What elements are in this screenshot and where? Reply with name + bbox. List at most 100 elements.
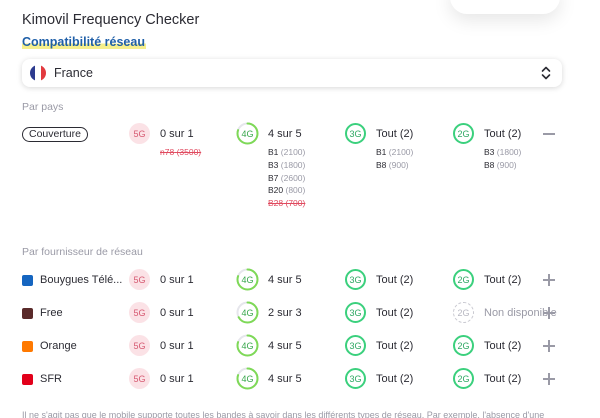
band-item: B7 (2600): [268, 172, 305, 185]
band-name: B3: [484, 147, 495, 157]
badge-label: 5G: [133, 274, 146, 285]
4g-badge: 4G: [236, 301, 259, 324]
band-item: B3 (1800): [268, 159, 305, 172]
2g-badge: 2G: [453, 269, 474, 290]
country-select[interactable]: France: [22, 59, 562, 87]
5g-stat: 0 sur 1: [160, 307, 194, 319]
operator-logo-icon: [22, 341, 33, 352]
band-frequency: (2600): [280, 172, 306, 183]
band-frequency: (700): [285, 198, 306, 209]
badge-label: 4G: [241, 340, 254, 351]
collapse-icon[interactable]: [543, 133, 555, 135]
3g-stat: Tout (2): [376, 307, 414, 319]
2g-badge: 2G: [453, 368, 474, 389]
4g-badge: 4G: [236, 122, 259, 145]
coverage-button[interactable]: Couverture: [22, 127, 88, 142]
5g-badge: 5G: [129, 269, 150, 290]
operator-name: Orange: [40, 340, 77, 352]
3g-stat: Tout (2): [376, 340, 414, 352]
2g-stat: Tout (2): [484, 340, 522, 352]
band-frequency: (900): [388, 159, 409, 170]
3g-stat: Tout (2): [376, 373, 414, 385]
band-item: B1 (2100): [268, 146, 305, 159]
badge-label: 2G: [457, 373, 470, 384]
section-label-operator: Par fournisseur de réseau: [22, 246, 143, 258]
band-frequency: (800): [285, 185, 306, 196]
4g-stat: 4 sur 5: [268, 373, 302, 385]
band-name: B3: [268, 159, 279, 170]
4g-stat: 4 sur 5: [268, 274, 302, 286]
5g-badge: 5G: [129, 368, 150, 389]
france-flag-icon: [30, 65, 46, 81]
5g-band-list: n78 (3500): [160, 146, 201, 159]
4g-badge: 4G: [236, 334, 259, 357]
4g-badge: 4G: [236, 268, 259, 291]
5g-badge: 5G: [129, 302, 150, 323]
3g-stat: Tout (2): [376, 128, 414, 140]
3g-badge: 3G: [345, 302, 366, 323]
operator-name: Free: [40, 307, 63, 319]
2g-badge: 2G: [453, 302, 474, 323]
5g-stat: 0 sur 1: [160, 274, 194, 286]
band-name: B8: [376, 159, 387, 170]
band-item: B8 (900): [376, 159, 413, 172]
4g-band-list: B1 (2100) B3 (1800) B7 (2600) B20 (800) B28 …: [268, 146, 305, 210]
badge-label: 4G: [241, 373, 254, 384]
4g-stat: 4 sur 5: [268, 128, 302, 140]
badge-label: 3G: [349, 340, 362, 351]
band-item: B3 (1800): [484, 146, 521, 159]
badge-label: 2G: [457, 307, 470, 318]
2g-stat: Tout (2): [484, 128, 522, 140]
band-name: B20: [268, 185, 284, 196]
page-subtitle: Compatibilité réseau: [22, 35, 146, 49]
3g-badge: 3G: [345, 368, 366, 389]
4g-stat: 2 sur 3: [268, 307, 302, 319]
5g-stat: 0 sur 1: [160, 128, 194, 140]
2g-badge: 2G: [453, 335, 474, 356]
band-item: B8 (900): [484, 159, 521, 172]
badge-label: 3G: [349, 373, 362, 384]
band-frequency: (3500): [176, 147, 202, 157]
badge-label: 5G: [133, 373, 146, 384]
band-name: n78: [160, 147, 175, 157]
5g-badge: 5G: [129, 123, 150, 144]
3g-stat: Tout (2): [376, 274, 414, 286]
2g-badge: 2G: [453, 123, 474, 144]
5g-badge: 5G: [129, 335, 150, 356]
band-name: B1: [268, 147, 279, 157]
badge-label: 3G: [349, 307, 362, 318]
band-frequency: (2100): [280, 147, 306, 157]
band-frequency: (2100): [388, 147, 414, 157]
badge-label: 4G: [241, 274, 254, 285]
chevron-updown-icon: [541, 66, 551, 80]
2g-band-list: B3 (1800) B8 (900): [484, 146, 521, 172]
band-name: B1: [376, 147, 387, 157]
band-item: B28 (700): [268, 197, 305, 210]
5g-stat: 0 sur 1: [160, 373, 194, 385]
page-title: Kimovil Frequency Checker: [22, 12, 200, 28]
band-name: B7: [268, 172, 279, 183]
expand-icon[interactable]: [543, 274, 555, 286]
band-frequency: (1800): [496, 147, 522, 157]
5g-stat: 0 sur 1: [160, 340, 194, 352]
3g-badge: 3G: [345, 123, 366, 144]
expand-icon[interactable]: [543, 373, 555, 385]
operator-logo-icon: [22, 308, 33, 319]
3g-badge: 3G: [345, 269, 366, 290]
operator-logo-icon: [22, 275, 33, 286]
band-item: n78 (3500): [160, 146, 201, 159]
badge-label: 5G: [133, 307, 146, 318]
footnote: Il ne s'agit pas que le mobile supporte …: [22, 410, 545, 418]
expand-icon[interactable]: [543, 340, 555, 352]
badge-label: 5G: [133, 340, 146, 351]
badge-label: 2G: [457, 340, 470, 351]
4g-badge: 4G: [236, 367, 259, 390]
badge-label: 4G: [241, 307, 254, 318]
country-select-value: France: [54, 66, 93, 80]
band-item: B20 (800): [268, 184, 305, 197]
badge-label: 2G: [457, 274, 470, 285]
expand-icon[interactable]: [543, 307, 555, 319]
operator-logo-icon: [22, 374, 33, 385]
2g-stat: Tout (2): [484, 373, 522, 385]
band-item: B1 (2100): [376, 146, 413, 159]
